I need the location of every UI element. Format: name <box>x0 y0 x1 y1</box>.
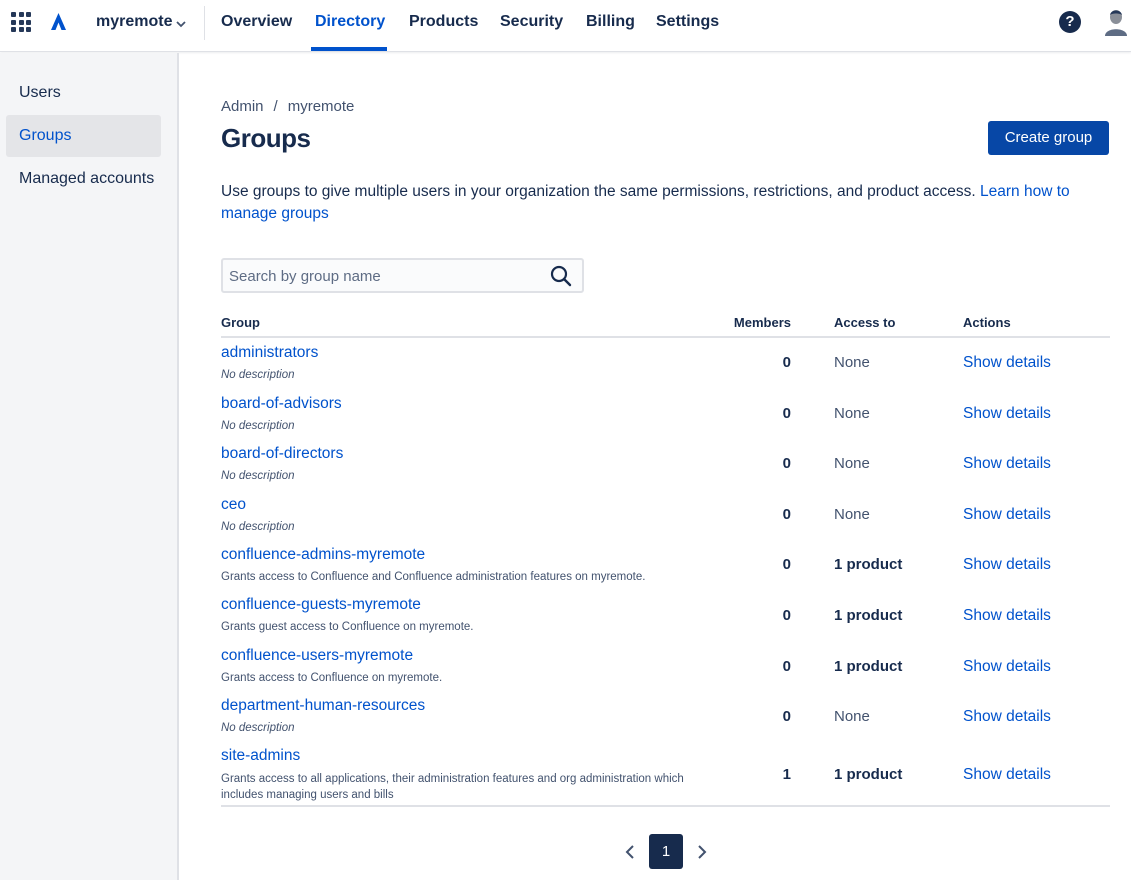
group-description: Grants access to Confluence and Confluen… <box>221 571 646 583</box>
create-group-button[interactable]: Create group <box>988 121 1109 155</box>
search-icon[interactable] <box>550 265 572 287</box>
group-access: 1 product <box>834 766 903 783</box>
description-text: Use groups to give multiple users in you… <box>221 183 976 200</box>
nav-products[interactable]: Products <box>409 13 478 31</box>
group-description: No description <box>221 420 295 432</box>
top-navigation: myremote Overview Directory Products Sec… <box>0 0 1131 52</box>
page-description: Use groups to give multiple users in you… <box>221 181 1116 225</box>
chevron-left-icon[interactable] <box>620 842 640 862</box>
show-details-link[interactable]: Show details <box>963 708 1051 726</box>
column-header-actions: Actions <box>963 315 1011 330</box>
show-details-link[interactable]: Show details <box>963 455 1051 473</box>
group-access: 1 product <box>834 658 903 675</box>
chevron-down-icon[interactable] <box>175 18 187 30</box>
nav-billing[interactable]: Billing <box>586 13 635 31</box>
show-details-link[interactable]: Show details <box>963 506 1051 524</box>
group-name-link[interactable]: confluence-admins-myremote <box>221 546 425 564</box>
atlassian-logo-icon[interactable] <box>47 11 69 33</box>
group-description: No description <box>221 722 295 734</box>
active-nav-indicator <box>311 47 387 51</box>
group-description: No description <box>221 521 295 533</box>
avatar[interactable] <box>1104 8 1128 36</box>
group-name-link[interactable]: administrators <box>221 344 318 362</box>
nav-divider <box>204 6 205 40</box>
group-name-link[interactable]: board-of-advisors <box>221 395 342 413</box>
table-header-divider <box>221 336 1110 338</box>
column-header-access: Access to <box>834 315 896 330</box>
group-access: None <box>834 455 870 472</box>
nav-directory[interactable]: Directory <box>315 13 385 31</box>
show-details-link[interactable]: Show details <box>963 405 1051 423</box>
group-access: None <box>834 506 870 523</box>
group-description: Grants guest access to Confluence on myr… <box>221 621 474 633</box>
show-details-link[interactable]: Show details <box>963 658 1051 676</box>
nav-security[interactable]: Security <box>500 13 563 31</box>
sidebar: Users Groups Managed accounts <box>0 53 179 880</box>
group-members-count: 0 <box>782 607 791 624</box>
group-access: 1 product <box>834 607 903 624</box>
group-members-count: 0 <box>782 658 791 675</box>
sidebar-item-groups[interactable]: Groups <box>6 115 161 157</box>
group-name-link[interactable]: confluence-guests-myremote <box>221 596 421 614</box>
group-description: No description <box>221 470 295 482</box>
group-access: None <box>834 708 870 725</box>
help-icon[interactable]: ? <box>1059 11 1081 33</box>
nav-settings[interactable]: Settings <box>656 13 719 31</box>
group-members-count: 0 <box>782 405 791 422</box>
group-access: 1 product <box>834 556 903 573</box>
page-title: Groups <box>221 123 311 153</box>
show-details-link[interactable]: Show details <box>963 556 1051 574</box>
column-header-group[interactable]: Group <box>221 315 260 330</box>
group-members-count: 0 <box>782 354 791 371</box>
group-access: None <box>834 405 870 422</box>
group-name-link[interactable]: board-of-directors <box>221 445 343 463</box>
breadcrumb-separator: / <box>273 98 278 115</box>
group-description: No description <box>221 369 295 381</box>
group-members-count: 0 <box>782 708 791 725</box>
table-bottom-divider <box>221 805 1110 807</box>
group-members-count: 0 <box>782 556 791 573</box>
search-input[interactable] <box>229 266 539 286</box>
show-details-link[interactable]: Show details <box>963 607 1051 625</box>
group-name-link[interactable]: confluence-users-myremote <box>221 647 413 665</box>
page-button-current[interactable]: 1 <box>649 834 683 869</box>
org-switcher[interactable]: myremote <box>96 13 172 31</box>
group-members-count: 0 <box>782 506 791 523</box>
group-name-link[interactable]: ceo <box>221 496 246 514</box>
show-details-link[interactable]: Show details <box>963 354 1051 372</box>
breadcrumb-admin[interactable]: Admin <box>221 98 264 115</box>
group-name-link[interactable]: department-human-resources <box>221 697 425 715</box>
show-details-link[interactable]: Show details <box>963 766 1051 784</box>
group-members-count: 1 <box>782 766 791 783</box>
group-access: None <box>834 354 870 371</box>
group-members-count: 0 <box>782 455 791 472</box>
column-header-members[interactable]: Members <box>690 315 791 330</box>
group-name-link[interactable]: site-admins <box>221 747 300 765</box>
group-description: Grants access to all applications, their… <box>221 773 684 801</box>
search-field[interactable] <box>221 258 584 293</box>
chevron-right-icon[interactable] <box>692 842 712 862</box>
sidebar-item-managed-accounts[interactable]: Managed accounts <box>6 158 161 200</box>
sidebar-item-users[interactable]: Users <box>6 72 161 114</box>
breadcrumb: Admin / myremote <box>221 98 354 115</box>
group-description: Grants access to Confluence on myremote. <box>221 672 443 684</box>
app-switcher-icon[interactable] <box>11 12 31 32</box>
nav-overview[interactable]: Overview <box>221 13 292 31</box>
breadcrumb-org[interactable]: myremote <box>288 98 355 115</box>
